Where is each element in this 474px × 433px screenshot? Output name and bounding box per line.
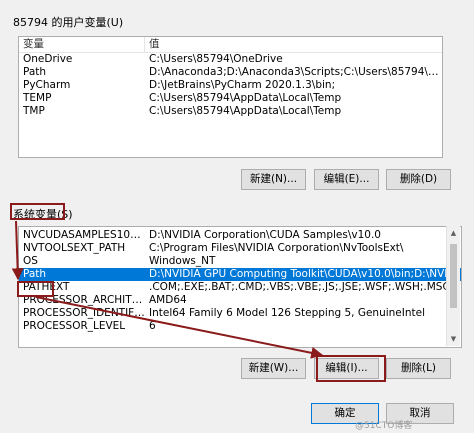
- user-vars-list[interactable]: 变量 值 OneDrive C:\Users\85794\OneDrive Path…: [18, 36, 443, 158]
- variable-value-cell: Windows_NT: [149, 255, 216, 267]
- variable-value-cell: 6: [149, 320, 156, 332]
- table-row[interactable]: NVCUDASAMPLES10_0_RO... D:\NVIDIA Corpora…: [19, 229, 461, 242]
- table-row[interactable]: Path D:\Anaconda3;D:\Anaconda3\Scripts;C:…: [19, 66, 442, 79]
- system-vars-list[interactable]: NVCUDASAMPLES10_0_RO... D:\NVIDIA Corpora…: [18, 226, 462, 348]
- table-row[interactable]: OneDrive C:\Users\85794\OneDrive: [19, 53, 442, 66]
- scroll-up-icon[interactable]: ▲: [447, 226, 460, 240]
- system-vars-scrollbar[interactable]: ▲ ▼: [446, 226, 460, 346]
- table-row[interactable]: NVTOOLSEXT_PATH C:\Program Files\NVIDIA C…: [19, 242, 461, 255]
- variable-value-cell: C:\Users\85794\AppData\Local\Temp: [149, 105, 342, 117]
- scroll-thumb[interactable]: [450, 244, 457, 308]
- variable-value-cell: D:\Anaconda3;D:\Anaconda3\Scripts;C:\Use…: [149, 66, 442, 78]
- system-vars-rows: NVCUDASAMPLES10_0_RO... D:\NVIDIA Corpora…: [19, 227, 461, 333]
- watermark: @51CTO博客: [355, 421, 413, 431]
- environment-variables-dialog: { "user_vars": { "group_label": "85794 的…: [0, 0, 474, 433]
- variable-name-cell: TEMP: [23, 92, 52, 104]
- variable-name-cell: PROCESSOR_LEVEL: [23, 320, 126, 332]
- variable-value-cell: C:\Program Files\NVIDIA Corporation\NvTo…: [149, 242, 404, 254]
- table-row[interactable]: PyCharm D:\JetBrains\PyCharm 2020.1.3\bin…: [19, 79, 442, 92]
- table-row[interactable]: TMP C:\Users\85794\AppData\Local\Temp: [19, 105, 442, 118]
- variable-value-cell: AMD64: [149, 294, 187, 306]
- system-delete-button[interactable]: 删除(L): [386, 358, 451, 379]
- annotation-box-path-row: [17, 281, 54, 297]
- variable-name-cell: OneDrive: [23, 53, 73, 65]
- table-row[interactable]: Path D:\NVIDIA GPU Computing Toolkit\CUDA…: [19, 268, 461, 281]
- variable-name-cell: NVTOOLSEXT_PATH: [23, 242, 126, 254]
- variable-name-cell: Path: [23, 66, 47, 78]
- column-header-value[interactable]: 值: [145, 37, 442, 52]
- variable-value-cell: C:\Users\85794\OneDrive: [149, 53, 283, 65]
- variable-value-cell: D:\NVIDIA Corporation\CUDA Samples\v10.0: [149, 229, 381, 241]
- annotation-box-edit-button: [316, 355, 386, 382]
- table-row[interactable]: PROCESSOR_IDENTIFIER Intel64 Family 6 Mod…: [19, 307, 461, 320]
- scroll-down-icon[interactable]: ▼: [447, 332, 460, 346]
- variable-name-cell: PyCharm: [23, 79, 71, 91]
- table-row[interactable]: PROCESSOR_LEVEL 6: [19, 320, 461, 333]
- variable-value-cell: D:\NVIDIA GPU Computing Toolkit\CUDA\v10…: [149, 268, 461, 280]
- variable-name-cell: OS: [23, 255, 38, 267]
- variable-name-cell: TMP: [23, 105, 45, 117]
- variable-value-cell: Intel64 Family 6 Model 126 Stepping 5, G…: [149, 307, 426, 319]
- table-row[interactable]: OS Windows_NT: [19, 255, 461, 268]
- column-header-variable[interactable]: 变量: [19, 37, 145, 52]
- variable-value-cell: D:\JetBrains\PyCharm 2020.1.3\bin;: [149, 79, 336, 91]
- user-vars-group-label: 85794 的用户变量(U): [13, 16, 124, 29]
- table-row[interactable]: PROCESSOR_ARCHITECTUREAMD64: [19, 294, 461, 307]
- user-vars-rows: OneDrive C:\Users\85794\OneDrive Path D:\An…: [19, 53, 442, 118]
- variable-name-cell: NVCUDASAMPLES10_0_RO...: [23, 229, 145, 241]
- user-vars-list-header: 变量 值: [19, 37, 442, 53]
- system-new-button[interactable]: 新建(W)...: [241, 358, 306, 379]
- user-new-button[interactable]: 新建(N)...: [241, 169, 306, 190]
- table-row[interactable]: TEMP C:\Users\85794\AppData\Local\Temp: [19, 92, 442, 105]
- variable-name-cell: Path: [23, 268, 47, 280]
- variable-value-cell: .COM;.EXE;.BAT;.CMD;.VBS;.VBE;.JS;.JSE;.…: [149, 281, 450, 293]
- variable-name-cell: PROCESSOR_IDENTIFIER: [23, 307, 145, 319]
- user-edit-button[interactable]: 编辑(E)...: [314, 169, 379, 190]
- user-delete-button[interactable]: 删除(D): [386, 169, 451, 190]
- variable-value-cell: C:\Users\85794\AppData\Local\Temp: [149, 92, 342, 104]
- table-row[interactable]: PATHEXT .COM;.EXE;.BAT;.CMD;.VBS;.VBE;.JS…: [19, 281, 461, 294]
- annotation-box-system-label: [10, 203, 65, 220]
